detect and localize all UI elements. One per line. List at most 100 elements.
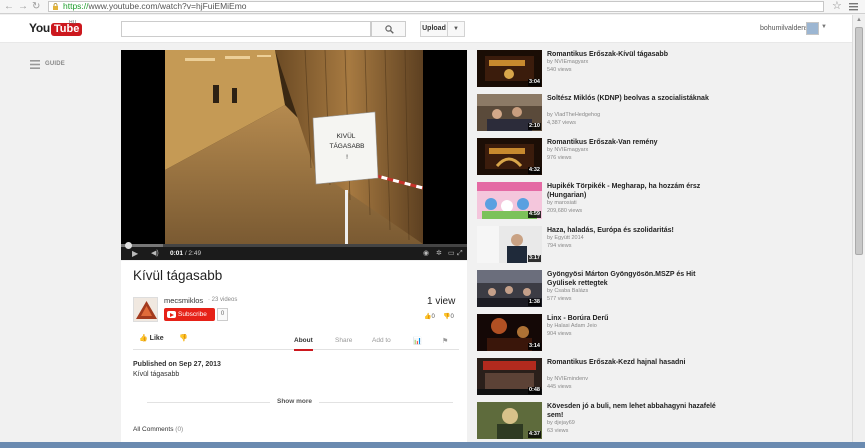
scroll-thumb[interactable] [855, 27, 863, 255]
related-title[interactable]: Romantikus Erőszak-Kezd hajnal hasadni [547, 358, 717, 367]
fullscreen-icon[interactable]: ⤢ [457, 249, 463, 258]
tab-share[interactable]: Share [335, 337, 352, 344]
scroll-up-icon[interactable]: ▲ [856, 17, 862, 23]
video-thumbnail[interactable]: 3:17 [477, 226, 542, 263]
theater-icon[interactable]: ▭ [448, 249, 455, 258]
comments-count: (0) [175, 426, 184, 433]
tab-about[interactable]: About [294, 337, 313, 351]
channel-avatar[interactable] [133, 297, 158, 322]
thumbs-down-icon: 👎 [179, 335, 188, 342]
player-controls: ▶ ◀) 0:01 / 2:49 ◉ ✲ ▭ ⤢ [121, 242, 467, 260]
progress-knob[interactable] [125, 242, 132, 249]
related-item[interactable]: 4:32 Romantikus Erőszak-Van remény by NV… [477, 138, 717, 178]
related-item[interactable]: 0:48 Romantikus Erőszak-Kezd hajnal hasa… [477, 358, 717, 398]
dislike-count: 👎0 [443, 313, 454, 320]
related-title[interactable]: Soltész Miklós (KDNP) beolvas a szociali… [547, 94, 717, 103]
related-item[interactable]: 1:38 Gyöngyösi Márton Gyöngyösön.MSZP és… [477, 270, 717, 310]
video-thumbnail[interactable]: 3:04 [477, 50, 542, 87]
settings-icon[interactable]: ✲ [436, 249, 442, 258]
time-total: / 2:49 [183, 250, 202, 257]
channel-name[interactable]: mecsmiklos [164, 296, 203, 305]
video-thumbnail[interactable]: 1:38 [477, 270, 542, 307]
time-display: 0:01 / 2:49 [170, 250, 201, 257]
user-avatar[interactable] [806, 22, 819, 35]
captions-icon[interactable]: ◉ [423, 249, 429, 258]
related-title[interactable]: Gyöngyösi Márton Gyöngyösön.MSZP és Hit … [547, 270, 717, 288]
video-thumbnail[interactable]: 2:10 [477, 94, 542, 131]
dislike-button[interactable]: 👎 [179, 334, 188, 342]
video-thumbnail[interactable]: 0:48 [477, 358, 542, 395]
related-channel[interactable]: by djejay69 [547, 420, 575, 427]
related-title[interactable]: Haza, haladás, Európa és szolidaritás! [547, 226, 717, 235]
related-title[interactable]: Kövesden jó a buli, nem lehet abbahagyni… [547, 402, 717, 420]
search-input[interactable] [121, 21, 371, 37]
volume-icon[interactable]: ◀) [151, 249, 159, 258]
browser-toolbar: ← → ↻ https://www.youtube.com/watch?v=hj… [0, 0, 865, 14]
video-frame[interactable]: KIVÜL TÁGASABB ! [165, 50, 423, 244]
related-item[interactable]: 3:14 Linx - Borúra Derű by Halasi Adam J… [477, 314, 717, 354]
video-player[interactable]: KIVÜL TÁGASABB ! ▶ ◀) 0:01 / 2:49 ◉ ✲ ▭ … [121, 50, 467, 260]
related-channel[interactable]: by Csaba Balázs [547, 288, 588, 295]
related-title[interactable]: Romantikus Erőszak-Van remény [547, 138, 717, 147]
reload-icon[interactable]: ↻ [32, 1, 40, 13]
related-channel[interactable]: by marosiati [547, 200, 577, 207]
video-thumbnail[interactable]: 4:37 [477, 402, 542, 439]
related-title[interactable]: Romantikus Erőszak-Kívül tágasabb [547, 50, 717, 59]
view-count: 1 view [427, 296, 456, 307]
related-views: 63 views [547, 428, 569, 434]
progress-bar[interactable] [121, 242, 467, 249]
logo-you: You [29, 21, 50, 35]
related-item[interactable]: 3:04 Romantikus Erőszak-Kívül tágasabb b… [477, 50, 717, 90]
forward-icon[interactable]: → [18, 1, 28, 13]
search-button[interactable] [371, 21, 406, 37]
like-count-value: 0 [431, 314, 435, 320]
sign-text-line3: ! [346, 154, 348, 161]
hamburger-icon [30, 60, 40, 69]
related-item[interactable]: 4:59 Hupikék Törpikék - Megharap, ha hoz… [477, 182, 717, 222]
username[interactable]: bohumilvaldens [760, 25, 809, 32]
related-views: 904 views [547, 331, 572, 337]
related-channel[interactable]: by NVIEmindenv [547, 376, 588, 383]
related-channel[interactable]: by Halasi Adam Jeio [547, 323, 597, 330]
address-bar[interactable]: https://www.youtube.com/watch?v=hjFuiEMi… [48, 1, 824, 12]
video-duration: 4:37 [527, 431, 541, 438]
video-title: Kívül tágasabb [133, 268, 223, 283]
subscribe-button[interactable]: Subscribe [164, 308, 215, 321]
comments-header: All Comments (0) [133, 426, 183, 433]
upload-button[interactable]: Upload [420, 21, 448, 37]
related-views: 4,387 views [547, 120, 577, 126]
flag-icon[interactable]: ⚑ [442, 337, 448, 345]
related-item[interactable]: 3:17 Haza, haladás, Európa és szolidarit… [477, 226, 717, 266]
show-more-button[interactable]: Show more [270, 398, 320, 405]
related-channel[interactable]: by Együtt 2014 [547, 235, 584, 242]
related-item[interactable]: 2:10 Soltész Miklós (KDNP) beolvas a szo… [477, 94, 717, 134]
video-thumbnail[interactable]: 3:14 [477, 314, 542, 351]
related-views: 540 views [547, 67, 572, 73]
chevron-down-icon[interactable]: ▼ [821, 24, 827, 30]
related-title[interactable]: Linx - Borúra Derű [547, 314, 717, 323]
site-header: You Tube HU Upload ▼ bohumilvaldens ▼ [0, 15, 865, 43]
play-icon[interactable]: ▶ [132, 249, 138, 258]
video-duration: 4:59 [527, 211, 541, 218]
stats-icon[interactable]: 📊 [413, 337, 422, 345]
page-scrollbar[interactable]: ▲ [852, 15, 865, 448]
upload-dropdown-icon[interactable]: ▼ [448, 21, 465, 37]
comments-label: All Comments [133, 426, 174, 433]
back-icon[interactable]: ← [4, 1, 14, 13]
video-thumbnail[interactable]: 4:59 [477, 182, 542, 219]
related-title[interactable]: Hupikék Törpikék - Megharap, ha hozzám é… [547, 182, 717, 200]
related-item[interactable]: 4:37 Kövesden jó a buli, nem lehet abbah… [477, 402, 717, 442]
tab-add-to[interactable]: Add to [372, 337, 391, 344]
video-description: Kívül tágasabb [133, 371, 180, 378]
taskbar [0, 442, 865, 448]
related-channel[interactable]: by NVIEmagyarx [547, 147, 588, 154]
lock-icon [53, 3, 58, 10]
related-channel[interactable]: by VladTheHedgehog [547, 112, 600, 119]
menu-icon[interactable] [849, 2, 858, 11]
related-channel[interactable]: by NVIEmagyarx [547, 59, 588, 66]
like-button[interactable]: 👍 Like [139, 334, 164, 342]
url-text: www.youtube.com/watch?v=hjFuiEMiEmo [88, 1, 247, 11]
video-thumbnail[interactable]: 4:32 [477, 138, 542, 175]
youtube-play-icon [167, 311, 176, 318]
bookmark-star-icon[interactable]: ☆ [832, 0, 842, 12]
